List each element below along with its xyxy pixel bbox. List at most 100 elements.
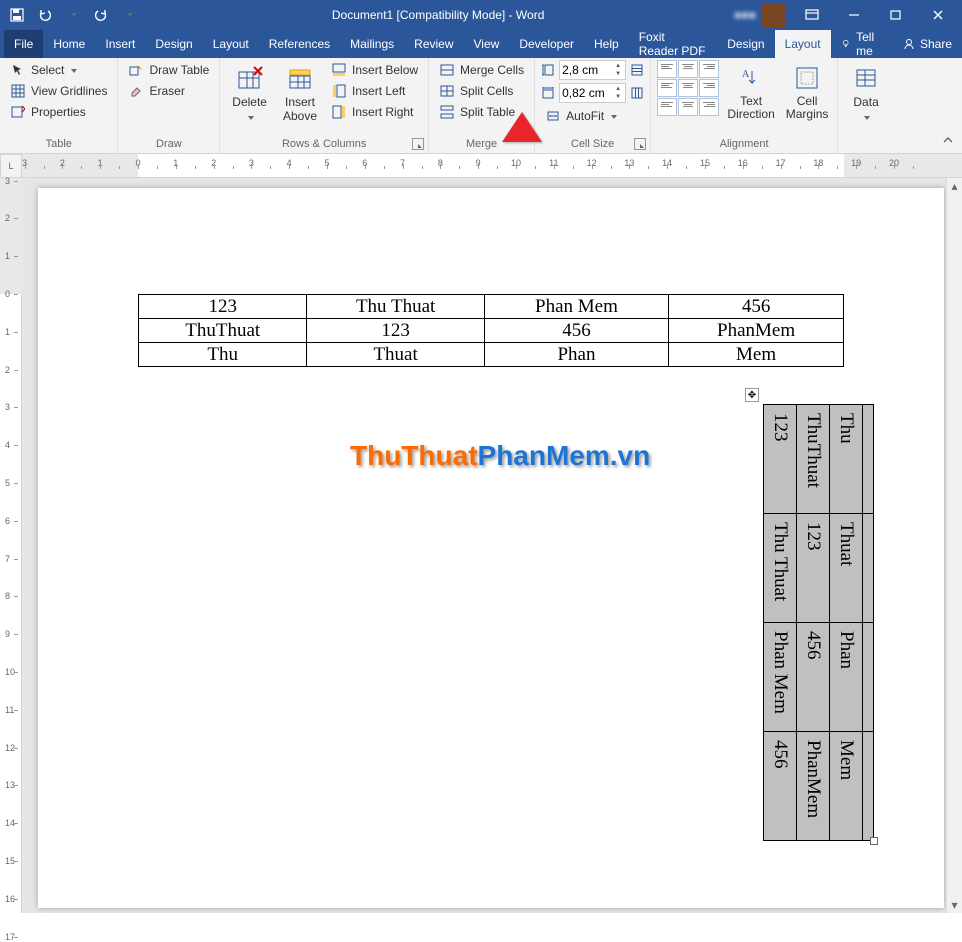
align-top-left[interactable] <box>657 60 677 78</box>
table-cell[interactable]: 456 <box>484 319 668 343</box>
table-cell[interactable]: Thuat <box>830 514 863 623</box>
user-avatar[interactable] <box>762 3 786 27</box>
close-button[interactable] <box>918 0 958 30</box>
table-cell[interactable]: Thu Thuat <box>764 514 797 623</box>
collapse-ribbon-button[interactable] <box>940 133 956 149</box>
table-cell[interactable] <box>863 732 874 841</box>
table-cell[interactable]: PhanMem <box>797 732 830 841</box>
table-cell[interactable]: Phan <box>830 623 863 732</box>
scroll-down-button[interactable]: ▾ <box>947 897 962 913</box>
table-cell[interactable]: ThuThuat <box>139 319 307 343</box>
vertical-ruler[interactable]: 32101234567891011121314151617 <box>0 178 22 913</box>
table-cell[interactable]: Thuat <box>307 343 484 367</box>
tab-help[interactable]: Help <box>584 30 629 58</box>
qat-customize[interactable] <box>116 2 142 28</box>
share-button[interactable]: Share <box>892 30 962 58</box>
align-middle-center[interactable] <box>678 79 698 97</box>
tab-mailings[interactable]: Mailings <box>340 30 404 58</box>
align-bottom-center[interactable] <box>678 98 698 116</box>
tab-insert[interactable]: Insert <box>95 30 145 58</box>
table-cell[interactable]: Phan <box>484 343 668 367</box>
scroll-up-button[interactable]: ▴ <box>947 178 962 194</box>
tab-review[interactable]: Review <box>404 30 463 58</box>
horizontal-ruler[interactable]: 32101234567891011121314151617181920 <box>22 154 962 178</box>
align-bottom-left[interactable] <box>657 98 677 116</box>
tell-me-search[interactable]: Tell me <box>831 30 892 58</box>
align-top-right[interactable] <box>699 60 719 78</box>
document-table-2[interactable]: 123ThuThuatThuThu Thuat123ThuatPhan Mem4… <box>763 404 874 841</box>
ruler-corner[interactable]: L <box>0 154 22 178</box>
table-cell[interactable]: PhanMem <box>669 319 844 343</box>
table-cell[interactable]: 123 <box>764 405 797 514</box>
save-button[interactable] <box>4 2 30 28</box>
table-move-handle[interactable]: ✥ <box>745 388 759 402</box>
properties-button[interactable]: Properties <box>6 102 111 122</box>
align-middle-right[interactable] <box>699 79 719 97</box>
align-middle-left[interactable] <box>657 79 677 97</box>
tab-view[interactable]: View <box>464 30 510 58</box>
table-cell[interactable] <box>863 514 874 623</box>
redo-button[interactable] <box>88 2 114 28</box>
title-bar: Document1 [Compatibility Mode] - Word ■■… <box>0 0 962 30</box>
merge-cells-button[interactable]: Merge Cells <box>435 60 528 80</box>
column-width-input[interactable]: ▲▼ <box>559 83 626 103</box>
align-bottom-right[interactable] <box>699 98 719 116</box>
tab-developer[interactable]: Developer <box>509 30 584 58</box>
tab-table-layout[interactable]: Layout <box>775 30 831 58</box>
undo-button[interactable] <box>32 2 58 28</box>
select-button[interactable]: Select <box>6 60 111 80</box>
table-cell[interactable]: Thu Thuat <box>307 295 484 319</box>
table-cell[interactable]: 456 <box>764 732 797 841</box>
table-resize-handle[interactable] <box>870 837 878 845</box>
rows-columns-launcher[interactable] <box>412 138 424 150</box>
text-direction-button[interactable]: A Text Direction <box>725 60 777 123</box>
tab-layout[interactable]: Layout <box>203 30 259 58</box>
table-cell[interactable]: Mem <box>669 343 844 367</box>
split-table-button[interactable]: Split Table <box>435 102 528 122</box>
document-workspace: 32101234567891011121314151617 123Thu Thu… <box>0 178 962 913</box>
data-button[interactable]: Data <box>844 60 888 126</box>
view-gridlines-button[interactable]: View Gridlines <box>6 81 111 101</box>
distribute-columns-icon[interactable] <box>630 86 644 100</box>
tab-file[interactable]: File <box>4 30 43 58</box>
draw-table-button[interactable]: Draw Table <box>124 60 213 80</box>
autofit-button[interactable]: AutoFit <box>541 106 644 126</box>
tab-design[interactable]: Design <box>145 30 202 58</box>
tab-table-design[interactable]: Design <box>717 30 774 58</box>
table-cell[interactable]: 123 <box>797 514 830 623</box>
tab-foxit[interactable]: Foxit Reader PDF <box>629 30 718 58</box>
insert-above-button[interactable]: Insert Above <box>277 60 323 125</box>
undo-dropdown[interactable] <box>60 2 86 28</box>
split-cells-button[interactable]: Split Cells <box>435 81 528 101</box>
ribbon-display-options[interactable] <box>792 0 832 30</box>
tab-home[interactable]: Home <box>43 30 95 58</box>
table-cell[interactable]: ThuThuat <box>797 405 830 514</box>
insert-right-button[interactable]: Insert Right <box>327 102 422 122</box>
distribute-rows-icon[interactable] <box>630 63 644 77</box>
table-cell[interactable]: 123 <box>139 295 307 319</box>
delete-button[interactable]: Delete <box>226 60 273 126</box>
table-cell[interactable]: 123 <box>307 319 484 343</box>
eraser-button[interactable]: Eraser <box>124 81 213 101</box>
table-cell[interactable]: Phan Mem <box>764 623 797 732</box>
minimize-button[interactable] <box>834 0 874 30</box>
table-cell[interactable] <box>863 623 874 732</box>
maximize-button[interactable] <box>876 0 916 30</box>
table-cell[interactable]: 456 <box>669 295 844 319</box>
table-cell[interactable]: 456 <box>797 623 830 732</box>
tab-references[interactable]: References <box>259 30 340 58</box>
table-cell[interactable]: Mem <box>830 732 863 841</box>
table-cell[interactable] <box>863 405 874 514</box>
insert-left-button[interactable]: Insert Left <box>327 81 422 101</box>
table-cell[interactable]: Thu <box>830 405 863 514</box>
page-area[interactable]: 123Thu ThuatPhan Mem456ThuThuat123456Pha… <box>22 178 962 913</box>
row-height-input[interactable]: ▲▼ <box>559 60 626 80</box>
table-cell[interactable]: Thu <box>139 343 307 367</box>
cell-margins-button[interactable]: Cell Margins <box>783 60 831 123</box>
table-cell[interactable]: Phan Mem <box>484 295 668 319</box>
document-table-1[interactable]: 123Thu ThuatPhan Mem456ThuThuat123456Pha… <box>138 294 844 367</box>
cell-size-launcher[interactable] <box>634 138 646 150</box>
vertical-scrollbar[interactable]: ▴ ▾ <box>946 178 962 913</box>
align-top-center[interactable] <box>678 60 698 78</box>
insert-below-button[interactable]: Insert Below <box>327 60 422 80</box>
